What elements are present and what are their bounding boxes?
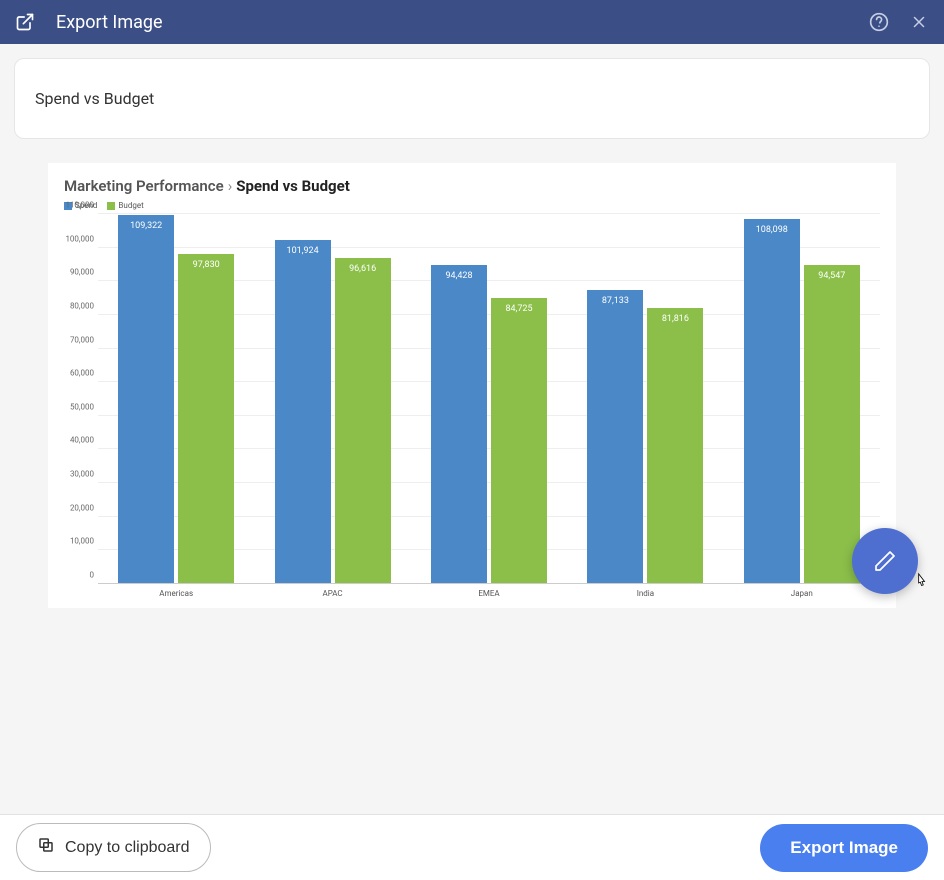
y-tick-label: 90,000 [70,268,94,277]
y-tick-label: 10,000 [70,537,94,546]
x-tick-label: India [585,583,705,598]
x-tick-label: Americas [116,583,236,598]
bar: 101,924 [275,240,331,583]
legend-item-budget: Budget [107,201,143,210]
chart-name-input[interactable]: Spend vs Budget [14,58,930,139]
bar: 109,322 [118,215,174,583]
dialog-footer: Copy to clipboard Export Image [0,814,944,880]
bar-value-label: 96,616 [335,264,391,274]
dialog-header: Export Image [0,0,944,44]
copy-icon [37,836,55,859]
y-tick-label: 80,000 [70,301,94,310]
bar: 87,133 [587,290,643,583]
export-image-button[interactable]: Export Image [760,824,928,872]
chart-legend: Spend Budget [64,201,880,210]
bar-group: 109,322 97,830 [116,215,236,583]
pencil-icon [873,549,897,573]
y-tick-label: 110,000 [65,201,94,210]
bar-value-label: 97,830 [178,260,234,270]
bar-value-label: 101,924 [275,246,331,256]
bar: 84,725 [491,298,547,583]
chart-plot: 0 10,000 20,000 30,000 40,000 50,000 60,000 70,… [64,214,880,584]
bar-group: 87,133 81,816 [585,290,705,583]
export-label: Export Image [790,838,898,857]
copy-label: Copy to clipboard [65,839,190,857]
breadcrumb-current: Spend vs Budget [236,177,350,195]
copy-to-clipboard-button[interactable]: Copy to clipboard [16,823,211,872]
chevron-right-icon: › [228,177,233,195]
pointer-cursor-icon [912,572,932,598]
dialog-body: Spend vs Budget Marketing Performance›Sp… [0,44,944,814]
bars-area: 109,32297,830Americas101,92496,616APAC94… [98,214,880,584]
bar-value-label: 109,322 [118,221,174,231]
y-tick-label: 100,000 [65,234,94,243]
bar-value-label: 87,133 [587,296,643,306]
breadcrumb: Marketing Performance›Spend vs Budget [64,177,880,195]
bar: 96,616 [335,258,391,583]
chart-preview-card: Marketing Performance›Spend vs Budget Sp… [48,163,896,608]
y-tick-label: 60,000 [70,369,94,378]
x-tick-label: Japan [742,583,862,598]
y-tick-label: 20,000 [70,503,94,512]
bar-group: 108,098 94,547 [742,219,862,583]
chart-name-value: Spend vs Budget [35,89,154,108]
close-icon[interactable] [908,11,930,33]
bar: 94,547 [804,265,860,583]
y-tick-label: 0 [90,571,95,580]
y-tick-label: 70,000 [70,335,94,344]
y-tick-label: 50,000 [70,402,94,411]
dialog-title: Export Image [56,12,850,33]
y-axis: 0 10,000 20,000 30,000 40,000 50,000 60,000 70,… [64,214,98,584]
bar: 81,816 [647,308,703,583]
help-icon[interactable] [868,11,890,33]
bar-group: 94,428 84,725 [429,265,549,583]
y-tick-label: 40,000 [70,436,94,445]
bar-value-label: 108,098 [744,225,800,235]
y-tick-label: 30,000 [70,470,94,479]
bar-value-label: 81,816 [647,314,703,324]
open-external-icon[interactable] [14,11,36,33]
bar-value-label: 94,428 [431,271,487,281]
x-tick-label: EMEA [429,583,549,598]
bar: 94,428 [431,265,487,583]
bar: 108,098 [744,219,800,583]
bar-value-label: 84,725 [491,304,547,314]
x-tick-label: APAC [273,583,393,598]
edit-fab[interactable] [852,528,918,594]
bar: 97,830 [178,254,234,583]
bar-group: 101,924 96,616 [273,240,393,583]
breadcrumb-parent: Marketing Performance [64,177,224,195]
bar-value-label: 94,547 [804,271,860,281]
